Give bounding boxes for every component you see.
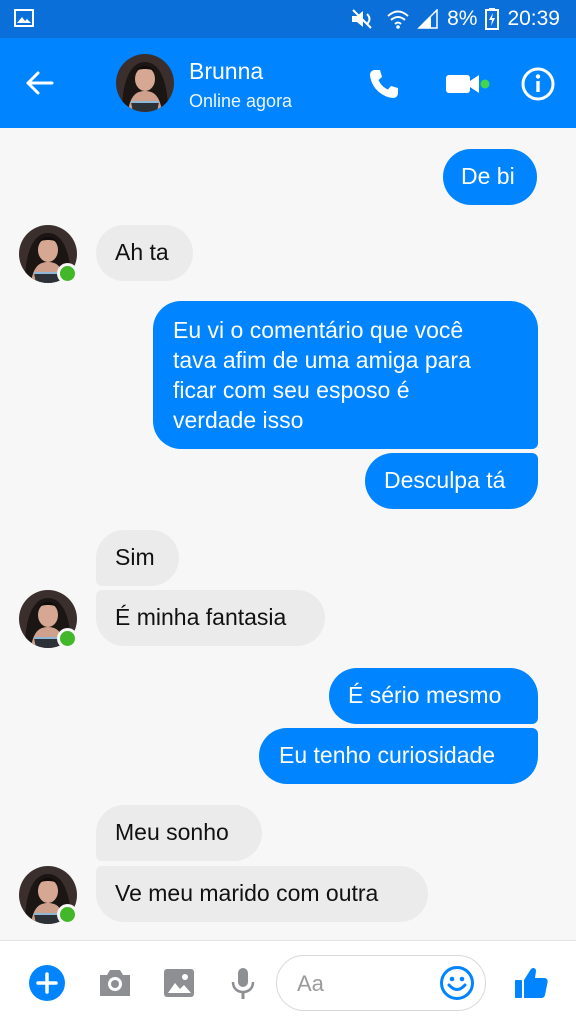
message-outgoing[interactable]: É sério mesmo	[329, 668, 538, 724]
phone-icon[interactable]	[366, 66, 402, 102]
status-bar: 8% 20:39	[0, 0, 576, 38]
message-line: tava afim de uma amiga para	[173, 347, 471, 373]
back-arrow-icon[interactable]	[22, 66, 56, 100]
battery-icon	[485, 8, 500, 30]
online-indicator	[57, 263, 78, 284]
emoji-icon[interactable]	[439, 965, 475, 1001]
message-outgoing[interactable]: De bi	[443, 149, 537, 205]
message-input[interactable]	[295, 968, 439, 1000]
gallery-notification-icon	[14, 9, 34, 27]
image-icon[interactable]	[160, 964, 198, 1002]
message-incoming[interactable]: Ve meu marido com outra	[96, 866, 428, 922]
message-line: ficar com seu esposo é	[173, 377, 410, 403]
message-incoming[interactable]: Sim	[96, 530, 179, 586]
message-incoming[interactable]: É minha fantasia	[96, 590, 325, 646]
message-line: Eu vi o comentário que você	[173, 317, 464, 343]
message-incoming[interactable]: Ah ta	[96, 225, 193, 281]
message-line: verdade isso	[173, 407, 304, 433]
battery-percent: 8%	[447, 7, 478, 30]
message-incoming[interactable]: Meu sonho	[96, 805, 262, 861]
wifi-icon	[387, 10, 409, 29]
contact-name[interactable]: Brunna	[189, 58, 263, 85]
info-icon[interactable]	[520, 66, 556, 102]
thumbs-up-icon[interactable]	[512, 964, 550, 1002]
contact-avatar[interactable]	[116, 54, 174, 112]
message-list[interactable]: De bi Ah ta Eu vi o comentário que você …	[0, 128, 576, 940]
contact-avatar	[19, 590, 78, 649]
message-outgoing[interactable]: Eu tenho curiosidade	[259, 728, 538, 784]
composer-bar	[0, 940, 576, 1025]
plus-icon[interactable]	[28, 964, 66, 1002]
mute-icon	[352, 9, 372, 29]
contact-status: Online agora	[189, 91, 293, 111]
contact-avatar	[19, 225, 78, 284]
signal-icon	[417, 9, 438, 29]
message-outgoing[interactable]: Desculpa tá	[365, 453, 538, 509]
clock: 20:39	[507, 7, 560, 30]
video-icon[interactable]	[444, 66, 492, 102]
conversation-header: Brunna Online agora	[0, 38, 576, 128]
microphone-icon[interactable]	[224, 964, 262, 1002]
online-indicator	[57, 904, 78, 925]
contact-avatar	[19, 866, 78, 925]
online-indicator	[57, 628, 78, 649]
message-outgoing[interactable]: Eu vi o comentário que você tava afim de…	[153, 301, 538, 449]
message-input-box[interactable]	[276, 955, 486, 1011]
camera-icon[interactable]	[96, 964, 134, 1002]
